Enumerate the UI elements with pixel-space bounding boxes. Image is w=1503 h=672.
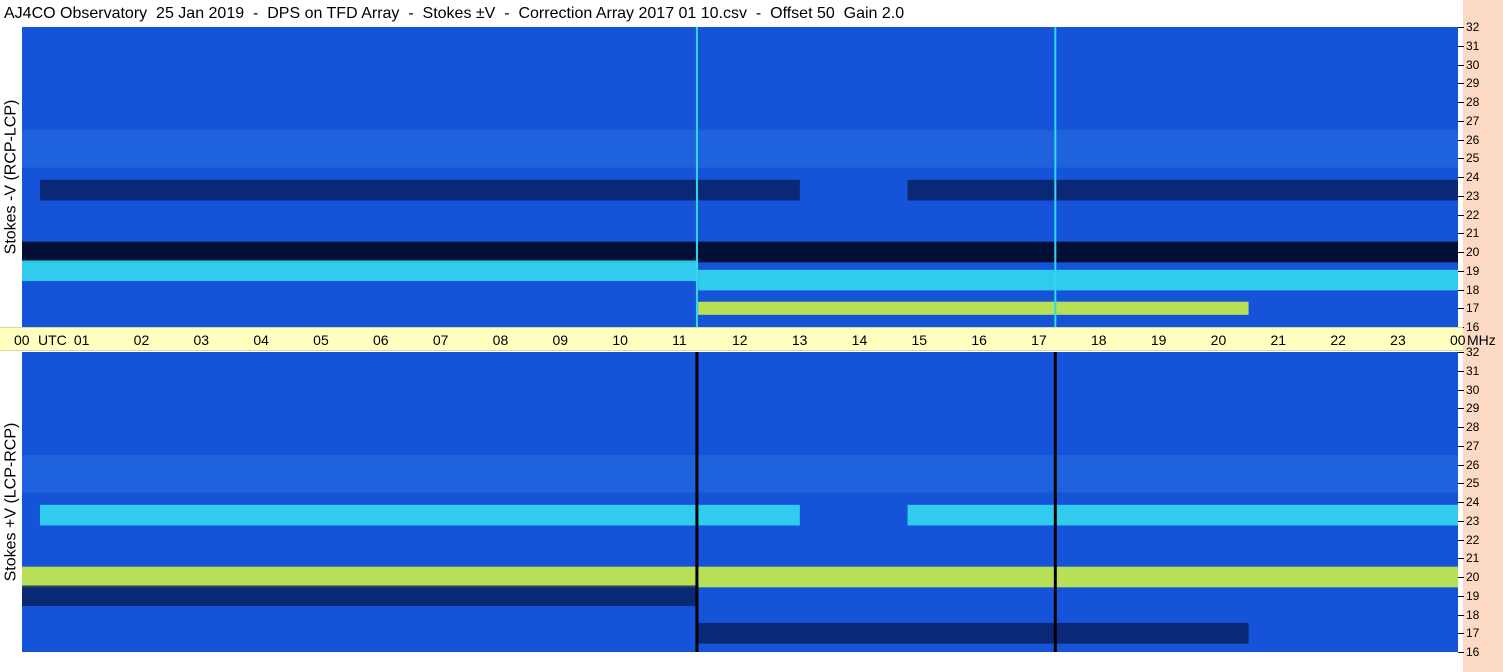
time-tick: 05 [313, 332, 329, 348]
top-svg [22, 27, 1458, 327]
bottom-upper-glow [22, 455, 1458, 493]
bottom-panel-ylabel: Stokes +V (LCP-RCP) [0, 352, 22, 652]
top-band-0 [39, 179, 800, 201]
bottom-band-4 [698, 622, 1249, 644]
time-tick: 17 [1031, 332, 1047, 348]
top-panel-ylabel: Stokes -V (RCP-LCP) [0, 27, 22, 327]
bottom-ylabel-text: Stokes +V (LCP-RCP) [2, 422, 19, 582]
bottom-freq-tick: 20 [1457, 570, 1480, 584]
time-tick: 23 [1390, 332, 1406, 348]
time-tick: 00 [1450, 332, 1466, 348]
time-tick: 01 [73, 332, 90, 348]
bottom-band-1 [907, 504, 1458, 526]
time-tick: 18 [1091, 332, 1107, 348]
top-freq-tick: 21 [1457, 226, 1480, 241]
time-tick: 16 [971, 332, 987, 348]
stokes-plus-v-spectrogram [22, 352, 1458, 652]
bottom-freq-tick: 25 [1457, 476, 1480, 491]
bottom-freq-tick: 23 [1457, 513, 1480, 528]
top-freq-tick: 24 [1457, 170, 1480, 184]
top-freq-tick: 22 [1457, 207, 1480, 222]
bottom-freq-tick: 29 [1457, 401, 1480, 416]
top-freq-tick: 20 [1457, 245, 1480, 259]
bottom-freq-tick: 17 [1457, 626, 1480, 641]
top-freq-tick: 32 [1457, 20, 1480, 34]
time-tick: 13 [791, 332, 808, 348]
top-freq-tick: 29 [1457, 76, 1480, 91]
bottom-freq-tick: 18 [1457, 607, 1480, 622]
bottom-freq-tick: 28 [1457, 420, 1480, 434]
bottom-freq-tick: 19 [1457, 588, 1480, 603]
top-freq-tick: 23 [1457, 188, 1480, 203]
stokes-minus-v-spectrogram [22, 27, 1458, 327]
top-freq-tick: 27 [1457, 113, 1480, 128]
time-tick: 07 [432, 332, 449, 348]
top-freq-tick: 19 [1457, 263, 1480, 278]
time-tick: UTC [38, 332, 67, 348]
bottom-freq-tick: 24 [1457, 495, 1480, 509]
bottom-freq-tick: 27 [1457, 438, 1480, 453]
time-tick: 20 [1210, 332, 1227, 348]
time-tick: 09 [552, 332, 569, 348]
bottom-svg [22, 352, 1458, 652]
time-tick: 21 [1270, 332, 1287, 348]
time-tick: 11 [672, 332, 687, 348]
bottom-freq-tick: 26 [1457, 457, 1480, 472]
top-band-4 [698, 269, 1458, 291]
time-tick: 19 [1150, 332, 1167, 348]
top-freq-tick: 17 [1457, 301, 1480, 316]
top-freq-tick: 31 [1457, 38, 1480, 53]
time-tick: 14 [851, 332, 868, 348]
bottom-frequency-axis: 32 31 30 29 28 27 26 25 24 23 22 21 20 19 18 17 16 [1457, 346, 1498, 658]
title-bar: AJ4CO Observatory 25 Jan 2019 - DPS on T… [0, 0, 1463, 27]
bottom-freq-tick: 32 [1457, 345, 1480, 359]
top-upper-glow [22, 130, 1458, 168]
bottom-band-0 [39, 504, 800, 526]
time-tick: 02 [133, 332, 150, 348]
bottom-freq-tick: 30 [1457, 382, 1480, 397]
top-freq-tick: 26 [1457, 132, 1480, 147]
bottom-background [22, 352, 1458, 652]
time-tick: 08 [492, 332, 509, 348]
top-band-2 [22, 241, 1458, 263]
top-ylabel-text: Stokes -V (RCP-LCP) [2, 99, 20, 255]
top-frequency-axis: 32 31 30 29 28 27 26 25 24 23 22 21 20 19 18 17 16 [1457, 21, 1498, 333]
bottom-band-2 [22, 566, 1458, 588]
bottom-freq-tick: 16 [1457, 645, 1480, 659]
time-tick: 10 [612, 332, 628, 348]
time-tick: 15 [911, 332, 928, 348]
chart-title: AJ4CO Observatory 25 Jan 2019 - DPS on T… [4, 5, 905, 22]
bottom-freq-tick: 31 [1457, 363, 1480, 378]
utc-time-axis: 00 UTC 01 02 03 04 05 06 07 08 09 10 11 12 13 14 15 16 17 1… [0, 327, 1496, 351]
bottom-freq-tick: 21 [1457, 551, 1480, 566]
time-tick: 12 [732, 332, 748, 348]
time-tick: 03 [193, 332, 210, 348]
time-tick: 06 [373, 332, 389, 348]
bottom-freq-tick: 22 [1457, 532, 1480, 547]
top-freq-tick: 28 [1457, 95, 1480, 109]
top-freq-tick: 30 [1457, 57, 1480, 72]
top-band-5 [698, 301, 1249, 315]
top-band-3 [22, 260, 699, 282]
top-band-1 [907, 179, 1458, 201]
time-tick: 00 [14, 332, 30, 348]
top-freq-tick: 25 [1457, 151, 1480, 166]
top-freq-tick: 18 [1457, 282, 1480, 297]
time-tick: 22 [1330, 332, 1346, 348]
time-tick: 04 [253, 332, 269, 348]
bottom-band-3 [22, 585, 699, 607]
